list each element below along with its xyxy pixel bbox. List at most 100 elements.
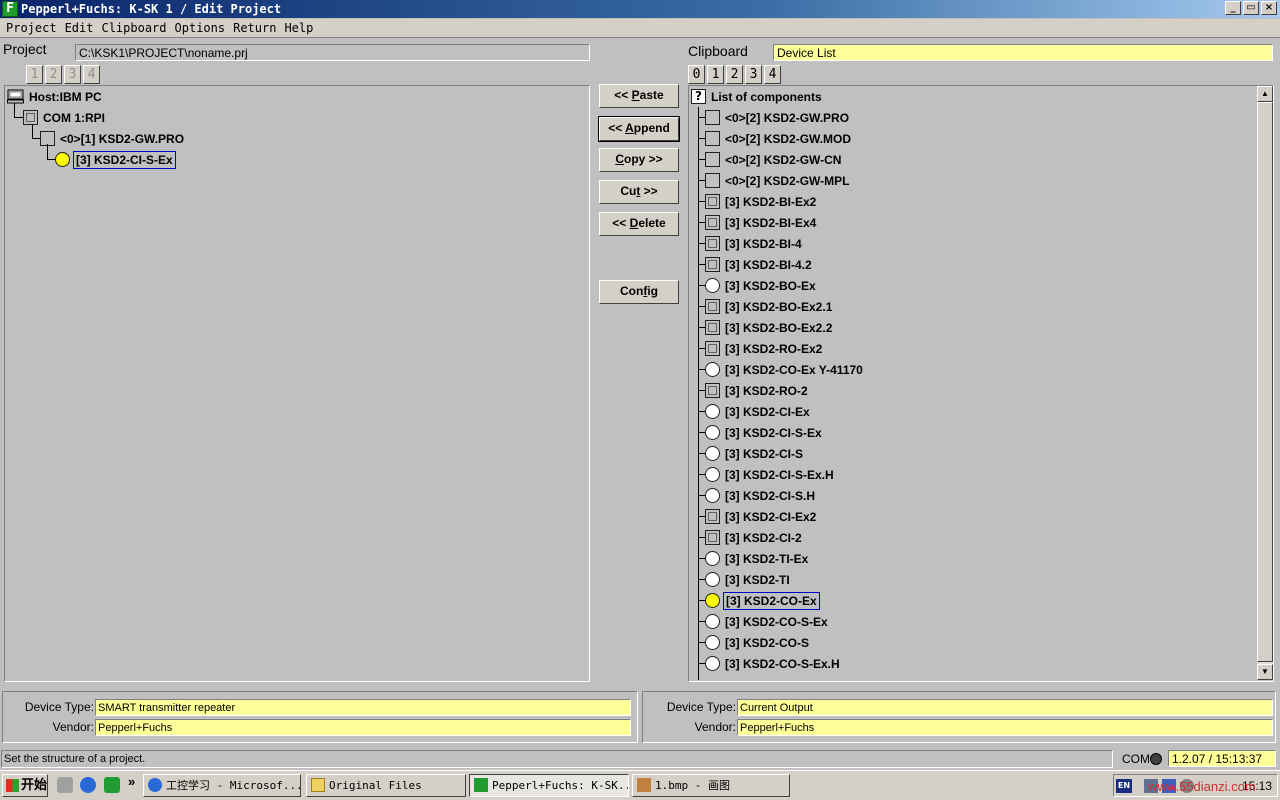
clipboard-tab-2[interactable]: 2	[726, 65, 743, 84]
clipboard-tab-3[interactable]: 3	[745, 65, 762, 84]
scroll-thumb[interactable]	[1257, 102, 1273, 662]
clipboard-component-list[interactable]: ? List of components <0>[2] KSD2-GW.PRO <…	[688, 85, 1274, 682]
clipboard-list-item[interactable]: [3] KSD2-CI-S	[699, 443, 805, 464]
clipboard-list-item[interactable]: <0>[2] KSD2-GW.PRO	[699, 107, 851, 128]
paste-button[interactable]: << Paste	[599, 84, 679, 108]
clipboard-list-item[interactable]: <0>[2] KSD2-GW-MPL	[699, 170, 851, 191]
project-tree[interactable]: Host:IBM PC COM 1:RPI <0>[1] KSD2-GW.PRO…	[4, 85, 590, 682]
tree-line	[14, 117, 23, 118]
task-word[interactable]: 工控学习 - Microsof...	[143, 774, 301, 797]
clipboard-list-item[interactable]: [3] KSD2-BI-4.2	[699, 254, 814, 275]
square-module-icon	[705, 299, 720, 314]
clipboard-list-item[interactable]: [3] KSD2-CO-S	[699, 632, 811, 653]
device-type-row: Device Type: Current Output	[647, 698, 1273, 716]
append-button[interactable]: << Append	[598, 116, 680, 142]
copy-button[interactable]: Copy >>	[599, 148, 679, 172]
title-bar[interactable]: F Pepperl+Fuchs: K-SK 1 / Edit Project _…	[0, 0, 1280, 18]
project-tab-3[interactable]: 3	[64, 65, 81, 84]
clipboard-item-label: [3] KSD2-BO-Ex2.2	[725, 320, 833, 335]
menu-clipboard[interactable]: Clipboard	[97, 19, 170, 37]
circle-module-icon	[705, 362, 720, 377]
restore-button[interactable]: ▭	[1243, 1, 1259, 15]
square-module-icon	[705, 215, 720, 230]
clipboard-list-item[interactable]: [3] KSD2-RO-2	[699, 380, 810, 401]
circle-module-icon	[705, 278, 720, 293]
clipboard-scrollbar[interactable]: ▲ ▼	[1257, 86, 1273, 680]
clipboard-list-item[interactable]: [3] KSD2-RO-Ex2	[699, 338, 824, 359]
clipboard-list-item[interactable]: [3] KSD2-TI-Ex	[699, 548, 810, 569]
menu-project[interactable]: Project	[2, 19, 61, 37]
clipboard-list-item[interactable]: [3] KSD2-CI-S-Ex	[699, 422, 824, 443]
clipboard-list-item[interactable]: [3] KSD2-BI-Ex2	[699, 191, 818, 212]
clipboard-item-label: [3] KSD2-CI-S-Ex.H	[725, 467, 834, 482]
clipboard-device-list-field[interactable]: Device List	[773, 44, 1273, 61]
project-level-tabs: 1 2 3 4	[26, 65, 100, 84]
clipboard-list-item[interactable]: [3] KSD2-CI-Ex	[699, 401, 812, 422]
clipboard-list-item[interactable]: [3] KSD2-TI	[699, 569, 792, 590]
config-button[interactable]: Config	[599, 280, 679, 304]
cut-button[interactable]: Cut >>	[599, 180, 679, 204]
button-label: >>	[640, 184, 658, 198]
clipboard-item-label: [3] KSD2-CI-S.H	[725, 488, 816, 503]
language-indicator[interactable]: EN	[1116, 779, 1132, 793]
clipboard-list-item[interactable]: [3] KSD2-BO-Ex2.2	[699, 317, 834, 338]
circle-module-icon	[55, 152, 70, 167]
quicklaunch-overflow-icon[interactable]: »	[128, 774, 135, 789]
network-quicklaunch-icon[interactable]	[57, 777, 73, 793]
clipboard-list-item[interactable]: <0>[2] KSD2-GW-CN	[699, 149, 843, 170]
button-label: Cu	[620, 184, 637, 198]
tree-node-gateway[interactable]: <0>[1] KSD2-GW.PRO	[40, 128, 186, 149]
start-button[interactable]: 开始	[2, 774, 48, 797]
clipboard-tab-4[interactable]: 4	[764, 65, 781, 84]
clipboard-tab-1[interactable]: 1	[707, 65, 724, 84]
scroll-up-arrow-icon[interactable]: ▲	[1257, 86, 1273, 102]
scroll-down-arrow-icon[interactable]: ▼	[1257, 664, 1273, 680]
paint-icon	[637, 778, 651, 792]
grid-module-icon	[40, 131, 55, 146]
button-label: <<	[612, 216, 630, 230]
clipboard-list-item[interactable]: [3] KSD2-CO-Ex Y-41170	[699, 359, 865, 380]
clipboard-list-item[interactable]: [3] KSD2-CO-Ex	[699, 590, 820, 611]
project-tab-4[interactable]: 4	[83, 65, 100, 84]
menu-options[interactable]: Options	[171, 19, 230, 37]
task-pepperl-fuchs[interactable]: Pepperl+Fuchs: K-SK...	[469, 774, 629, 797]
project-tab-1[interactable]: 1	[26, 65, 43, 84]
button-label: ig	[647, 284, 658, 298]
menu-return[interactable]: Return	[229, 19, 280, 37]
clipboard-list-item[interactable]: [3] KSD2-CI-2	[699, 527, 804, 548]
clipboard-list-item[interactable]: <0>[2] KSD2-GW.MOD	[699, 128, 853, 149]
close-button[interactable]: ×	[1261, 1, 1277, 15]
clipboard-list-item[interactable]: [3] KSD2-CI-Ex2	[699, 506, 818, 527]
clipboard-list-item[interactable]: [3] KSD2-CI-S.H	[699, 485, 817, 506]
task-original-files[interactable]: Original Files	[306, 774, 466, 797]
tree-node-device[interactable]: [3] KSD2-CI-S-Ex	[55, 149, 176, 170]
task-paint[interactable]: 1.bmp - 画图	[632, 774, 790, 797]
start-label: 开始	[21, 777, 48, 792]
menu-edit[interactable]: Edit	[61, 19, 98, 37]
clipboard-list-item[interactable]: [3] KSD2-BO-Ex2.1	[699, 296, 834, 317]
clipboard-list-item[interactable]: [3] KSD2-BI-4	[699, 233, 804, 254]
clipboard-list-item[interactable]: [3] KSD2-CI-S-Ex.H	[699, 464, 836, 485]
clipboard-list-item[interactable]: [3] KSD2-BI-Ex4	[699, 212, 818, 233]
delete-button[interactable]: << Delete	[599, 212, 679, 236]
clipboard-list-item[interactable]: [3] KSD2-CO-S-Ex	[699, 611, 830, 632]
project-tab-2[interactable]: 2	[45, 65, 62, 84]
pf-quicklaunch-icon[interactable]	[104, 777, 120, 793]
menu-help[interactable]: Help	[280, 19, 317, 37]
square-module-icon	[705, 320, 720, 335]
list-header: ? List of components	[691, 86, 824, 107]
clipboard-item-label: [3] KSD2-CO-S-Ex.H	[725, 656, 840, 671]
vendor-label: Vendor:	[694, 720, 736, 734]
tree-node-label: [3] KSD2-CI-S-Ex	[73, 150, 176, 169]
clipboard-item-label: [3] KSD2-BI-Ex4	[725, 215, 817, 230]
ie-quicklaunch-icon[interactable]	[80, 777, 96, 793]
minimize-button[interactable]: _	[1225, 1, 1241, 15]
clipboard-tab-0[interactable]: 0	[688, 65, 705, 84]
clipboard-list-item[interactable]: [3] KSD2-BO-Ex	[699, 275, 818, 296]
app-icon[interactable]: F	[2, 1, 18, 17]
tree-node-com[interactable]: COM 1:RPI	[23, 107, 107, 128]
tree-node-host[interactable]: Host:IBM PC	[7, 86, 104, 107]
clipboard-item-label: [3] KSD2-CO-S-Ex	[725, 614, 828, 629]
circle-module-icon	[705, 593, 720, 608]
clipboard-list-item[interactable]: [3] KSD2-CO-S-Ex.H	[699, 653, 842, 674]
